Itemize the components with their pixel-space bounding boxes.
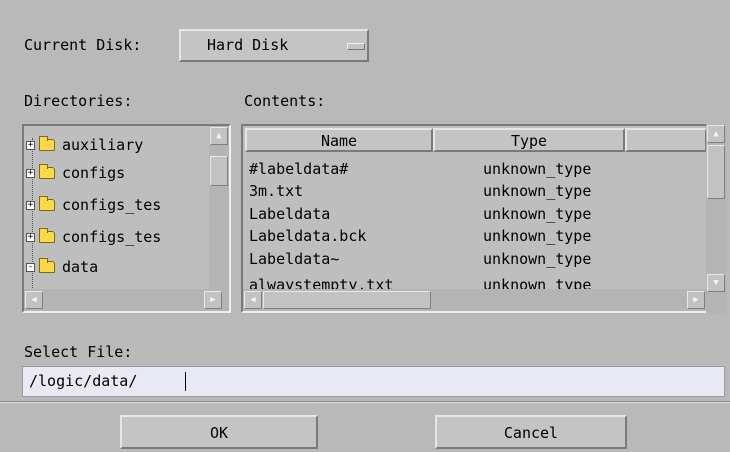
file-type: unknown_type bbox=[483, 205, 592, 223]
select-file-input[interactable]: /logic/data/ bbox=[22, 366, 725, 397]
scroll-up-arrow-icon[interactable]: ▲ bbox=[707, 125, 725, 143]
file-name: Labeldata~ bbox=[249, 250, 340, 268]
scrollbar-thumb[interactable] bbox=[707, 145, 725, 199]
expand-icon[interactable]: + bbox=[26, 168, 35, 178]
cancel-button[interactable]: Cancel bbox=[435, 415, 627, 449]
contents-panel: Name Type #labeldata# unknown_type 3m.tx… bbox=[241, 124, 709, 313]
ok-button-label: OK bbox=[209, 424, 229, 442]
scroll-left-arrow-icon[interactable]: ◀ bbox=[25, 291, 43, 309]
open-folder-icon bbox=[39, 258, 55, 273]
button-bar-divider bbox=[0, 401, 730, 403]
file-row[interactable]: Labeldata~ unknown_type bbox=[249, 248, 591, 270]
scroll-right-arrow-icon[interactable]: ▶ bbox=[204, 291, 222, 309]
file-type: unknown_type bbox=[483, 276, 592, 289]
file-row[interactable]: Labeldata unknown_type bbox=[249, 203, 591, 225]
directory-name: auxiliary bbox=[62, 136, 144, 154]
file-name: 3m.txt bbox=[249, 182, 304, 200]
file-type: unknown_type bbox=[483, 227, 592, 245]
file-row[interactable]: alwaystempty.txt unknown_type bbox=[249, 274, 591, 289]
folder-icon bbox=[39, 228, 55, 243]
file-type: unknown_type bbox=[483, 182, 592, 200]
folder-icon bbox=[39, 164, 55, 179]
expand-icon[interactable]: + bbox=[26, 232, 35, 242]
directories-panel: + auxiliary + configs + configs_tes + co… bbox=[22, 124, 231, 313]
expand-icon[interactable]: + bbox=[26, 200, 35, 210]
expand-icon[interactable]: + bbox=[26, 140, 35, 150]
collapse-icon[interactable]: - bbox=[26, 262, 35, 272]
current-disk-value: Hard Disk bbox=[207, 36, 289, 54]
file-name: #labeldata# bbox=[249, 160, 349, 178]
column-header-empty bbox=[625, 128, 707, 152]
contents-label: Contents: bbox=[244, 92, 326, 110]
directories-tree: + auxiliary + configs + configs_tes + co… bbox=[24, 126, 209, 289]
text-cursor bbox=[185, 372, 186, 391]
directory-item[interactable]: + auxiliary bbox=[26, 133, 143, 157]
contents-horizontal-scrollbar[interactable]: ◀ ▶ bbox=[243, 289, 707, 311]
file-type: unknown_type bbox=[483, 250, 592, 268]
file-row[interactable]: #labeldata# unknown_type bbox=[249, 158, 591, 180]
file-name: alwaystempty.txt bbox=[249, 276, 394, 289]
file-row[interactable]: Labeldata.bck unknown_type bbox=[249, 225, 591, 247]
directories-vertical-scrollbar[interactable]: ▲ bbox=[209, 126, 229, 289]
directory-item[interactable]: + configs bbox=[26, 161, 125, 185]
directory-name: configs_tes bbox=[62, 196, 162, 214]
ok-button[interactable]: OK bbox=[120, 415, 318, 449]
column-header-type[interactable]: Type bbox=[433, 128, 625, 152]
column-header-label: Type bbox=[510, 132, 548, 150]
contents-vertical-scrollbar[interactable]: ▲ ▼ bbox=[706, 124, 726, 313]
scroll-right-arrow-icon[interactable]: ▶ bbox=[687, 291, 705, 309]
directory-name: data bbox=[62, 258, 99, 276]
cancel-button-label: Cancel bbox=[503, 424, 559, 442]
contents-list: Name Type #labeldata# unknown_type 3m.tx… bbox=[243, 126, 708, 289]
current-disk-label: Current Disk: bbox=[24, 36, 142, 54]
scroll-up-arrow-icon[interactable]: ▲ bbox=[210, 127, 228, 145]
scrollbar-thumb[interactable] bbox=[263, 291, 431, 309]
scroll-down-arrow-icon[interactable]: ▼ bbox=[707, 274, 725, 292]
select-file-label: Select File: bbox=[24, 343, 133, 361]
scrollbar-thumb[interactable] bbox=[210, 156, 228, 186]
directory-item[interactable]: + configs_tes bbox=[26, 225, 161, 249]
directories-horizontal-scrollbar[interactable]: ◀ ▶ bbox=[24, 289, 229, 311]
file-type: unknown_type bbox=[483, 160, 592, 178]
folder-icon bbox=[39, 196, 55, 211]
select-file-value: /logic/data/ bbox=[29, 372, 138, 390]
directory-item[interactable]: - data bbox=[26, 255, 98, 279]
option-menu-indicator-icon bbox=[347, 43, 365, 50]
directories-label: Directories: bbox=[24, 92, 133, 110]
file-row[interactable]: 3m.txt unknown_type bbox=[249, 180, 591, 202]
scroll-left-arrow-icon[interactable]: ◀ bbox=[244, 291, 262, 309]
directory-name: configs_tes bbox=[62, 228, 162, 246]
current-disk-dropdown[interactable]: Hard Disk bbox=[179, 29, 369, 62]
directory-item[interactable]: + configs_tes bbox=[26, 193, 161, 217]
column-header-name[interactable]: Name bbox=[245, 128, 433, 152]
folder-icon bbox=[39, 136, 55, 151]
file-name: Labeldata bbox=[249, 205, 331, 223]
column-header-label: Name bbox=[320, 132, 358, 150]
file-name: Labeldata.bck bbox=[249, 227, 367, 245]
directory-name: configs bbox=[62, 164, 126, 182]
